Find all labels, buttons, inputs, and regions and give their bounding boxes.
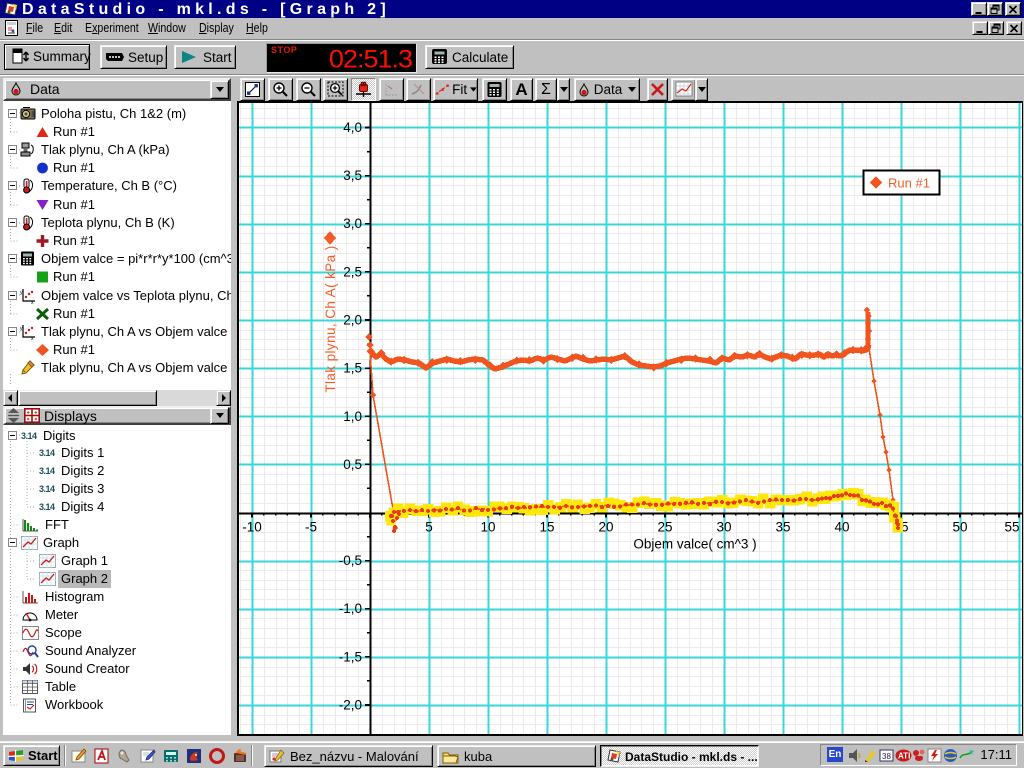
svg-text:-1,5: -1,5 (339, 649, 362, 664)
svg-text:xy: xy (390, 83, 398, 92)
svg-text:1,0: 1,0 (343, 409, 362, 424)
svg-text:-1,0: -1,0 (339, 601, 362, 616)
svg-text:-10: -10 (242, 520, 262, 535)
svg-text:10: 10 (480, 520, 495, 535)
svg-text:3,0: 3,0 (343, 216, 362, 231)
svg-text:4,0: 4,0 (343, 120, 362, 135)
svg-text:2,0: 2,0 (343, 313, 362, 328)
svg-text:0,5: 0,5 (343, 457, 362, 472)
svg-text:35: 35 (775, 520, 790, 535)
svg-text:-5: -5 (305, 520, 317, 535)
svg-text:-0,5: -0,5 (339, 553, 362, 568)
svg-text:1,5: 1,5 (343, 361, 362, 376)
svg-text:Tlak plynu, Ch A( kPa ): Tlak plynu, Ch A( kPa ) (323, 245, 338, 392)
svg-text:25: 25 (657, 520, 672, 535)
svg-text:3.14: 3.14 (39, 448, 55, 458)
svg-text:2,5: 2,5 (343, 264, 362, 279)
svg-text:55: 55 (1004, 520, 1019, 535)
svg-text:20: 20 (598, 520, 613, 535)
svg-text:30: 30 (716, 520, 731, 535)
svg-text:15: 15 (539, 520, 554, 535)
svg-text:3.14: 3.14 (21, 431, 37, 441)
svg-text:50: 50 (952, 520, 967, 535)
svg-text:3.14: 3.14 (39, 466, 55, 476)
svg-text:3,5: 3,5 (343, 168, 362, 183)
svg-text:-2,0: -2,0 (339, 698, 362, 713)
svg-text:3.14: 3.14 (39, 484, 55, 494)
svg-text:Run #1: Run #1 (888, 176, 930, 191)
svg-text:Objem valce( cm^3 ): Objem valce( cm^3 ) (633, 537, 756, 552)
svg-text:40: 40 (834, 520, 849, 535)
svg-text:ATI: ATI (898, 752, 910, 761)
svg-text:3.14: 3.14 (39, 502, 55, 512)
svg-text:5: 5 (425, 520, 433, 535)
svg-text:38: 38 (882, 752, 891, 761)
